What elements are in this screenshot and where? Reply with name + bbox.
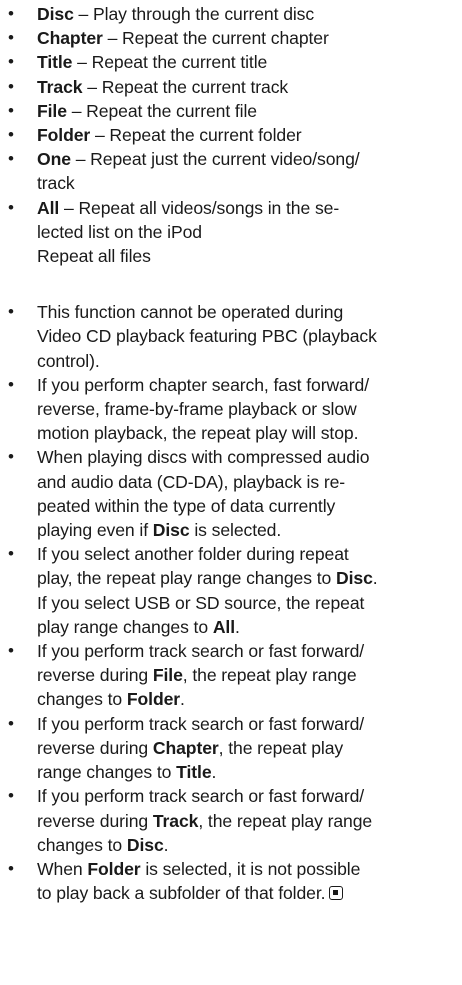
stop-square-icon xyxy=(329,886,344,901)
note-file-range: If you perform track search or fast forw… xyxy=(6,639,462,712)
list-item-disc: Disc – Play through the current disc xyxy=(6,2,462,26)
note-subfolder: When Folder is selected, it is not possi… xyxy=(6,857,462,905)
note-folder-change: If you select another folder during repe… xyxy=(6,542,462,639)
list-item-one: One – Repeat just the current video/song… xyxy=(6,147,462,195)
note-search-stop: If you perform chapter search, fast forw… xyxy=(6,373,462,446)
notes-list: This function cannot be operated during … xyxy=(6,300,462,905)
list-item-track: Track – Repeat the current track xyxy=(6,75,462,99)
document-page: Disc – Play through the current disc Cha… xyxy=(0,0,462,985)
note-compressed-audio: When playing discs with compressed audio… xyxy=(6,445,462,542)
note-pbc: This function cannot be operated during … xyxy=(6,300,462,373)
repeat-mode-list: Disc – Play through the current disc Cha… xyxy=(6,2,462,268)
list-item-all: All – Repeat all videos/songs in the se-… xyxy=(6,196,462,269)
list-item-title: Title – Repeat the current title xyxy=(6,50,462,74)
list-item-folder: Folder – Repeat the current folder xyxy=(6,123,462,147)
list-item-chapter: Chapter – Repeat the current chapter xyxy=(6,26,462,50)
list-item-file: File – Repeat the current file xyxy=(6,99,462,123)
note-chapter-range: If you perform track search or fast forw… xyxy=(6,712,462,785)
note-track-range: If you perform track search or fast forw… xyxy=(6,784,462,857)
